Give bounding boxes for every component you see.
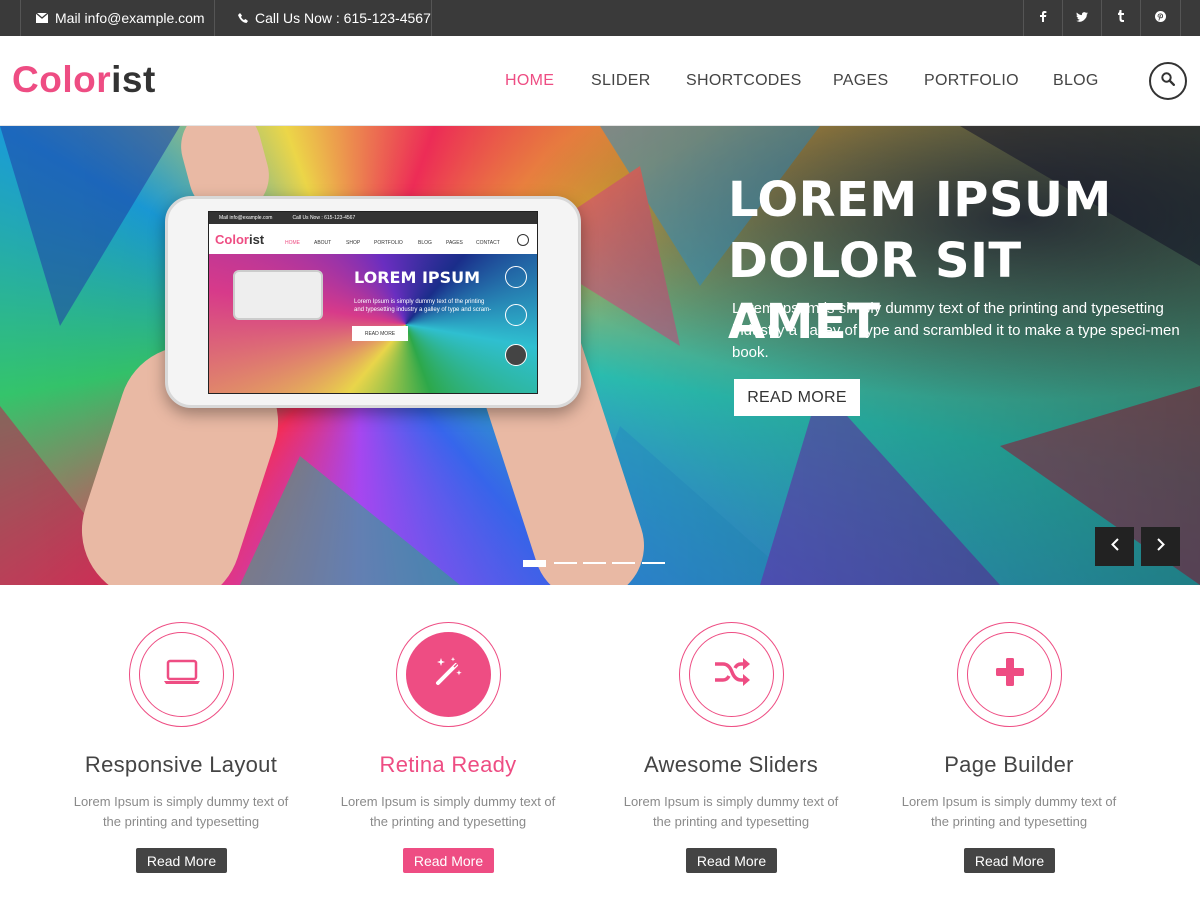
feature-icon-ring <box>679 622 784 727</box>
twitter-icon <box>1076 9 1088 27</box>
phone-screen-title: LOREM IPSUM <box>354 268 481 287</box>
envelope-icon <box>35 10 49 26</box>
phone-screen-nested-phone <box>233 270 323 320</box>
search-icon <box>1161 71 1176 91</box>
phone-screen-button: READ MORE <box>352 326 408 341</box>
nav-blog[interactable]: BLOG <box>1053 36 1099 126</box>
phone-screen-nav-item: ABOUT <box>314 240 332 246</box>
phone-icon <box>238 10 248 26</box>
feature-read-more-button[interactable]: Read More <box>136 848 227 873</box>
phone-screen: Mail info@example.com Call Us Now : 615-… <box>208 211 538 394</box>
nav-slider[interactable]: SLIDER <box>591 36 651 126</box>
phone-screen-text: Lorem Ipsum is simply dummy text of the … <box>354 299 492 313</box>
hero-description: Lorem Ipsum is simply dummy text of the … <box>732 300 1180 361</box>
pinterest-button[interactable] <box>1140 0 1180 36</box>
nav-pages[interactable]: PAGES <box>833 36 888 126</box>
feature-text: Lorem Ipsum is simply dummy text of the … <box>623 794 839 829</box>
feature-title: Retina Ready <box>379 752 517 777</box>
hero-slider: Mail info@example.com Call Us Now : 615-… <box>0 126 1200 585</box>
feature-icon-ring <box>129 622 234 727</box>
gallery-thumb-icon <box>505 344 527 366</box>
tumblr-button[interactable] <box>1101 0 1140 36</box>
feature-card: Responsive Layout Lorem Ipsum is simply … <box>51 622 311 882</box>
slider-prev-button[interactable] <box>1095 527 1134 566</box>
mail-text: Mail info@example.com <box>55 10 205 26</box>
feature-text: Lorem Ipsum is simply dummy text of the … <box>901 794 1117 829</box>
feature-icon-circle <box>967 632 1052 717</box>
phone-screen-phone: Call Us Now : 615-123-4567 <box>292 215 356 221</box>
phone-screen-logo: Colorist <box>215 232 264 247</box>
pinterest-icon <box>1155 9 1166 27</box>
feature-text: Lorem Ipsum is simply dummy text of the … <box>73 794 289 829</box>
feature-title: Page Builder <box>944 752 1074 777</box>
tumblr-icon <box>1117 9 1125 27</box>
divider <box>214 0 215 36</box>
phone-screen-topbar: Mail info@example.com Call Us Now : 615-… <box>209 212 537 224</box>
feature-title: Responsive Layout <box>84 752 278 777</box>
feature-text: Lorem Ipsum is simply dummy text of the … <box>340 794 556 829</box>
phone-screen-search-icon <box>517 234 529 246</box>
video-icon <box>505 266 527 288</box>
feature-card: Retina Ready Lorem Ipsum is simply dummy… <box>318 622 578 882</box>
slider-dot[interactable] <box>612 562 635 564</box>
phone-screen-nav-item: BLOG <box>418 240 432 246</box>
slider-next-button[interactable] <box>1141 527 1180 566</box>
slider-dot[interactable] <box>554 562 577 564</box>
divider <box>431 0 432 36</box>
logo-text-ist: ist <box>111 59 156 100</box>
phone-screen-nav-item: HOME <box>285 240 300 246</box>
divider <box>1180 0 1181 36</box>
phone-screen-logo-color: Color <box>215 232 249 247</box>
hero-title-line1: LOREM IPSUM <box>728 172 1112 228</box>
nav-home[interactable]: HOME <box>505 36 554 126</box>
feature-card: Page Builder Lorem Ipsum is simply dummy… <box>879 622 1139 882</box>
slider-dot[interactable] <box>523 560 546 567</box>
phone-screen-nav-item: PAGES <box>446 240 463 246</box>
mail-link[interactable]: Mail info@example.com <box>35 0 205 36</box>
camera-icon <box>505 304 527 326</box>
feature-icon-ring <box>957 622 1062 727</box>
site-logo[interactable]: Colorist <box>12 59 156 101</box>
hero-read-more-button[interactable]: READ MORE <box>734 379 860 416</box>
feature-icon-circle <box>689 632 774 717</box>
feature-title: Awesome Sliders <box>643 752 819 777</box>
facebook-icon <box>1039 9 1047 27</box>
feature-read-more-button[interactable]: Read More <box>403 848 494 873</box>
laptop-icon <box>163 659 201 690</box>
feature-icon-circle <box>406 632 491 717</box>
search-button[interactable] <box>1149 62 1187 100</box>
slider-dot[interactable] <box>642 562 665 564</box>
feature-icon-circle <box>139 632 224 717</box>
twitter-button[interactable] <box>1062 0 1101 36</box>
logo-text-color: Color <box>12 59 112 100</box>
shuffle-icon <box>713 657 751 692</box>
phone-screen-mail: Mail info@example.com <box>219 215 273 221</box>
phone-screen-hero: LOREM IPSUM Lorem Ipsum is simply dummy … <box>209 254 537 393</box>
chevron-right-icon <box>1156 537 1165 556</box>
phone-screen-nav-item: CONTACT <box>476 240 500 246</box>
phone-screen-logo-ist: ist <box>248 232 265 247</box>
magic-wand-icon <box>432 655 466 694</box>
divider <box>20 0 21 36</box>
site-header: Colorist HOME SLIDER SHORTCODES PAGES PO… <box>0 36 1200 126</box>
phone-screen-nav-item: SHOP <box>346 240 361 246</box>
slider-dot[interactable] <box>583 562 606 564</box>
feature-icon-ring <box>396 622 501 727</box>
nav-shortcodes[interactable]: SHORTCODES <box>686 36 802 126</box>
chevron-left-icon <box>1110 537 1119 556</box>
phone-screen-nav-item: PORTFOLIO <box>374 240 403 246</box>
feature-read-more-button[interactable]: Read More <box>686 848 777 873</box>
feature-card: Awesome Sliders Lorem Ipsum is simply du… <box>601 622 861 882</box>
phone-link[interactable]: Call Us Now : 615-123-4567 <box>238 0 431 36</box>
phone-text: Call Us Now : 615-123-4567 <box>255 10 431 26</box>
phone-screen-header: Colorist HOME ABOUT SHOP PORTFOLIO BLOG … <box>209 224 537 254</box>
feature-read-more-button[interactable]: Read More <box>964 848 1055 873</box>
phone-mockup: Mail info@example.com Call Us Now : 615-… <box>165 196 581 408</box>
nav-portfolio[interactable]: PORTFOLIO <box>924 36 1019 126</box>
facebook-button[interactable] <box>1023 0 1062 36</box>
top-bar: Mail info@example.com Call Us Now : 615-… <box>0 0 1200 36</box>
plus-icon <box>995 657 1025 692</box>
